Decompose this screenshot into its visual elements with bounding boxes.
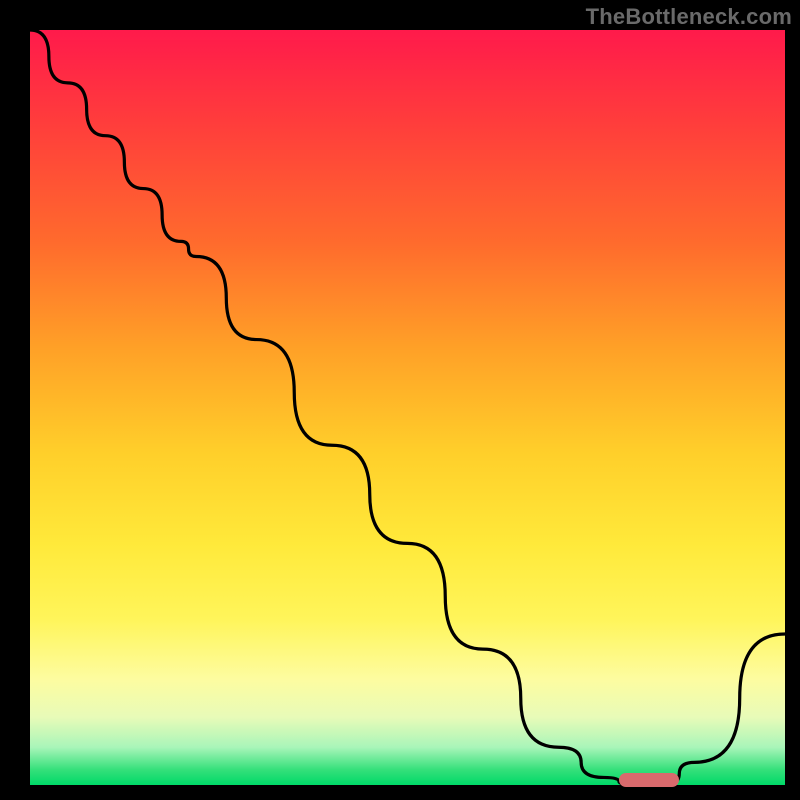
optimal-range-marker: [619, 773, 679, 787]
watermark-text: TheBottleneck.com: [586, 4, 792, 30]
curve-path: [30, 30, 785, 785]
chart-stage: TheBottleneck.com: [0, 0, 800, 800]
bottleneck-curve: [30, 30, 785, 785]
plot-area: [30, 30, 785, 785]
